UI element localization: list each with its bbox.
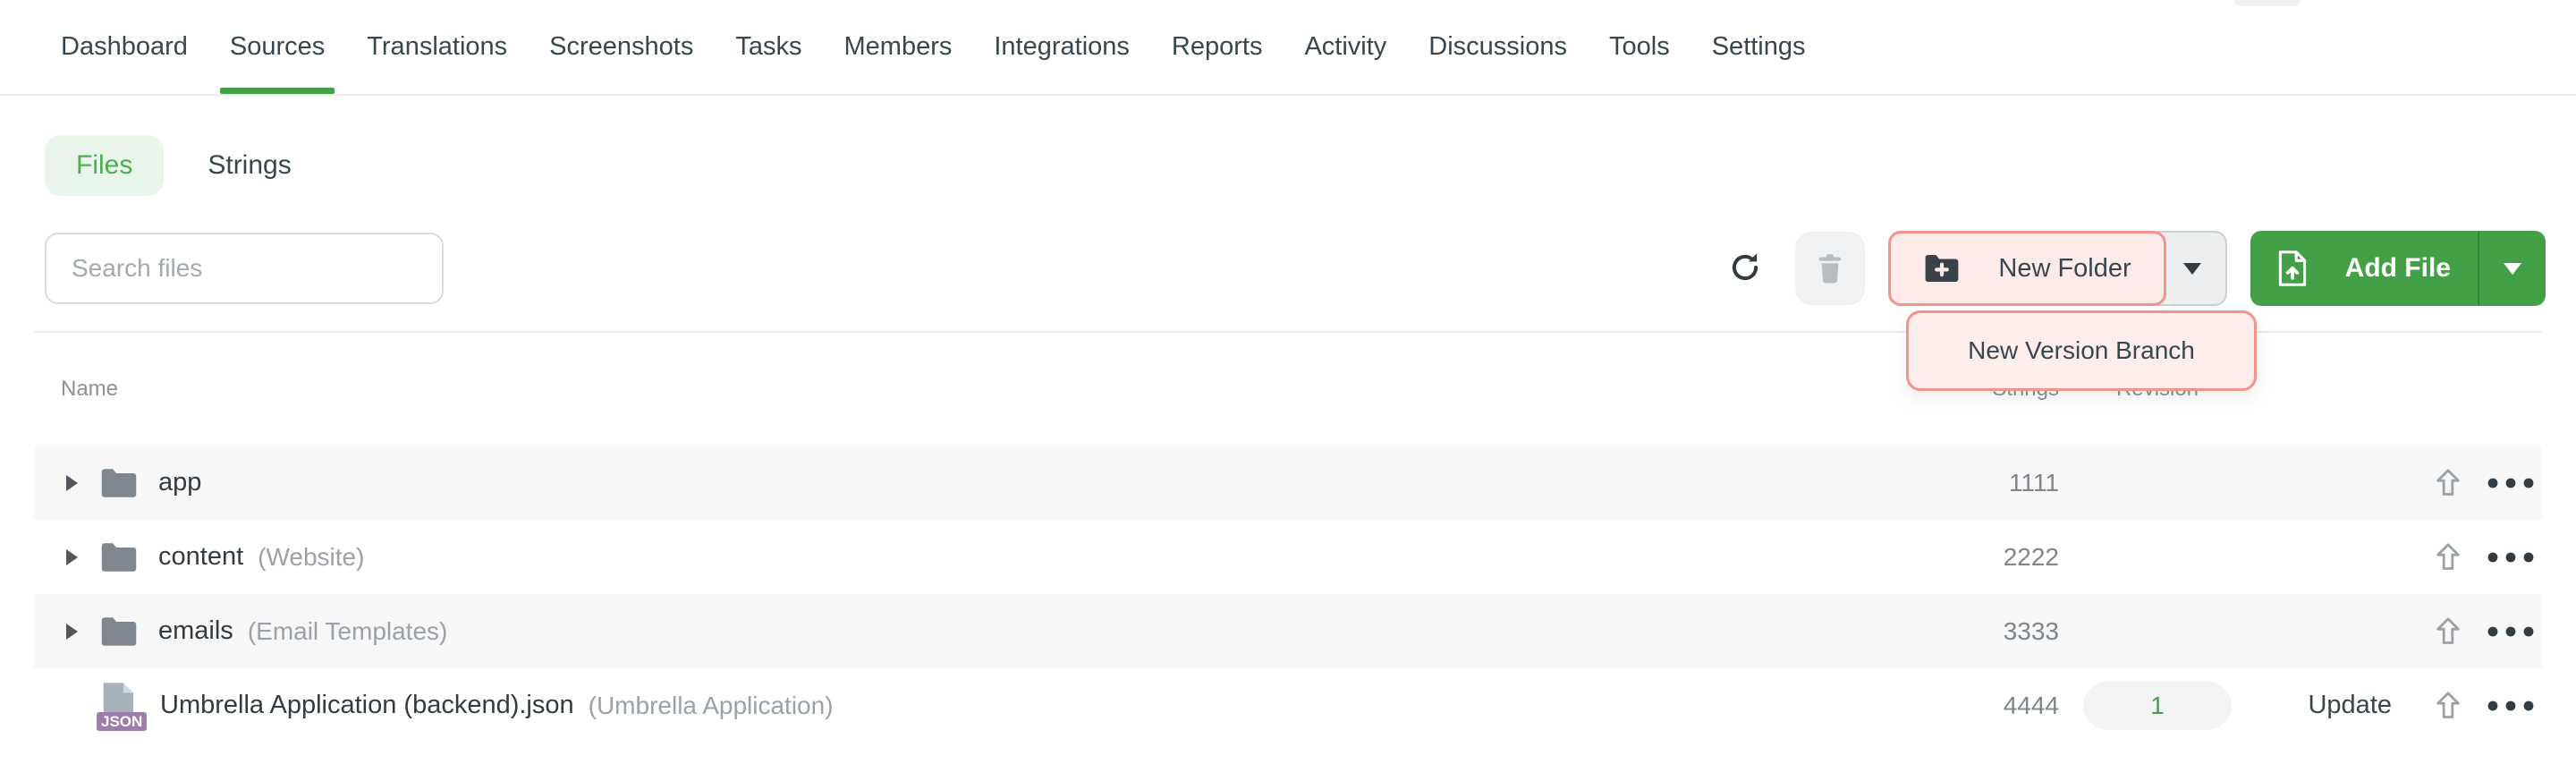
refresh-icon [1725,248,1765,290]
add-file-split-button: Add File [2250,231,2546,306]
expand-caret-icon[interactable] [66,549,78,565]
new-folder-dropdown-toggle[interactable] [2157,231,2227,306]
delete-button[interactable] [1795,232,1865,305]
json-file-type-badge: JSON [97,712,147,731]
nav-tab-tools[interactable]: Tools [1609,0,1670,94]
files-toolbar: New Folder Add File [45,231,2546,306]
new-folder-label: New Folder [1998,254,2131,284]
new-folder-dropdown-menu: New Version Branch [1906,310,2257,391]
menu-item-new-version-branch[interactable]: New Version Branch [1968,336,2195,365]
nav-tab-settings[interactable]: Settings [1712,0,1806,94]
file-note: (Email Templates) [248,617,448,646]
file-name: app [158,468,201,497]
toolbar-actions: New Folder Add File [1722,231,2546,306]
nav-tab-dashboard[interactable]: Dashboard [61,0,188,94]
nav-tab-translations[interactable]: Translations [367,0,507,94]
sources-page: Dashboard Sources Translations Screensho… [0,0,2576,764]
file-name: content [158,542,243,572]
add-file-label: Add File [2345,253,2451,284]
table-row-umbrella-json[interactable]: JSON Umbrella Application (backend).json… [34,668,2542,743]
more-actions-icon[interactable] [2487,478,2534,488]
revision-badge[interactable]: 1 [2083,682,2232,730]
tab-files[interactable]: Files [45,135,164,196]
more-actions-icon[interactable] [2487,552,2534,563]
upload-translations-icon[interactable] [2430,465,2466,501]
nav-tab-sources[interactable]: Sources [230,0,325,94]
more-actions-icon[interactable] [2487,626,2534,637]
add-file-button[interactable]: Add File [2250,231,2478,306]
nav-tab-tasks[interactable]: Tasks [735,0,801,94]
more-actions-icon[interactable] [2487,700,2534,711]
folder-icon [99,615,139,649]
column-header-name: Name [34,377,1907,402]
files-table: Name Strings Revision app 1111 [34,331,2542,743]
nav-tab-activity[interactable]: Activity [1304,0,1386,94]
expand-caret-icon[interactable] [66,624,78,640]
strings-count: 1111 [1907,469,2059,497]
chevron-down-icon [2504,263,2521,275]
table-row-emails[interactable]: emails (Email Templates) 3333 [34,594,2542,668]
refresh-button[interactable] [1722,245,1768,292]
new-folder-split-button: New Folder [1888,231,2226,306]
folder-icon [99,466,139,500]
file-note: (Umbrella Application) [589,692,834,720]
nav-tab-discussions[interactable]: Discussions [1428,0,1567,94]
search-files-input[interactable] [45,233,444,304]
json-file-icon: JSON [99,682,140,730]
upload-translations-icon[interactable] [2430,614,2466,649]
folder-plus-icon [1923,252,1961,284]
nav-tab-members[interactable]: Members [844,0,953,94]
upload-translations-icon[interactable] [2430,688,2466,724]
file-note: (Website) [258,543,364,572]
nav-tab-screenshots[interactable]: Screenshots [549,0,693,94]
trash-icon [1811,249,1849,289]
file-name: emails [158,616,233,646]
files-strings-switch: Files Strings [45,135,2576,196]
upload-translations-icon[interactable] [2430,539,2466,575]
nav-tab-reports[interactable]: Reports [1172,0,1263,94]
strings-count: 2222 [1907,543,2059,572]
file-name: Umbrella Application (backend).json [160,691,574,720]
top-toast-remnant [2234,0,2301,6]
expand-caret-icon[interactable] [66,475,78,491]
folder-icon [99,540,139,574]
table-row-app[interactable]: app 1111 [34,446,2542,520]
chevron-down-icon [2183,263,2201,275]
search-wrap [45,233,444,304]
file-upload-icon [2277,250,2308,287]
strings-count: 4444 [1907,692,2059,720]
update-link[interactable]: Update [2308,691,2392,719]
strings-count: 3333 [1907,617,2059,646]
nav-tab-integrations[interactable]: Integrations [994,0,1130,94]
tab-strings[interactable]: Strings [208,150,291,181]
project-nav: Dashboard Sources Translations Screensho… [0,0,2576,96]
table-row-content[interactable]: content (Website) 2222 [34,520,2542,594]
add-file-dropdown-toggle[interactable] [2478,231,2546,306]
new-folder-button[interactable]: New Folder [1888,231,2165,306]
